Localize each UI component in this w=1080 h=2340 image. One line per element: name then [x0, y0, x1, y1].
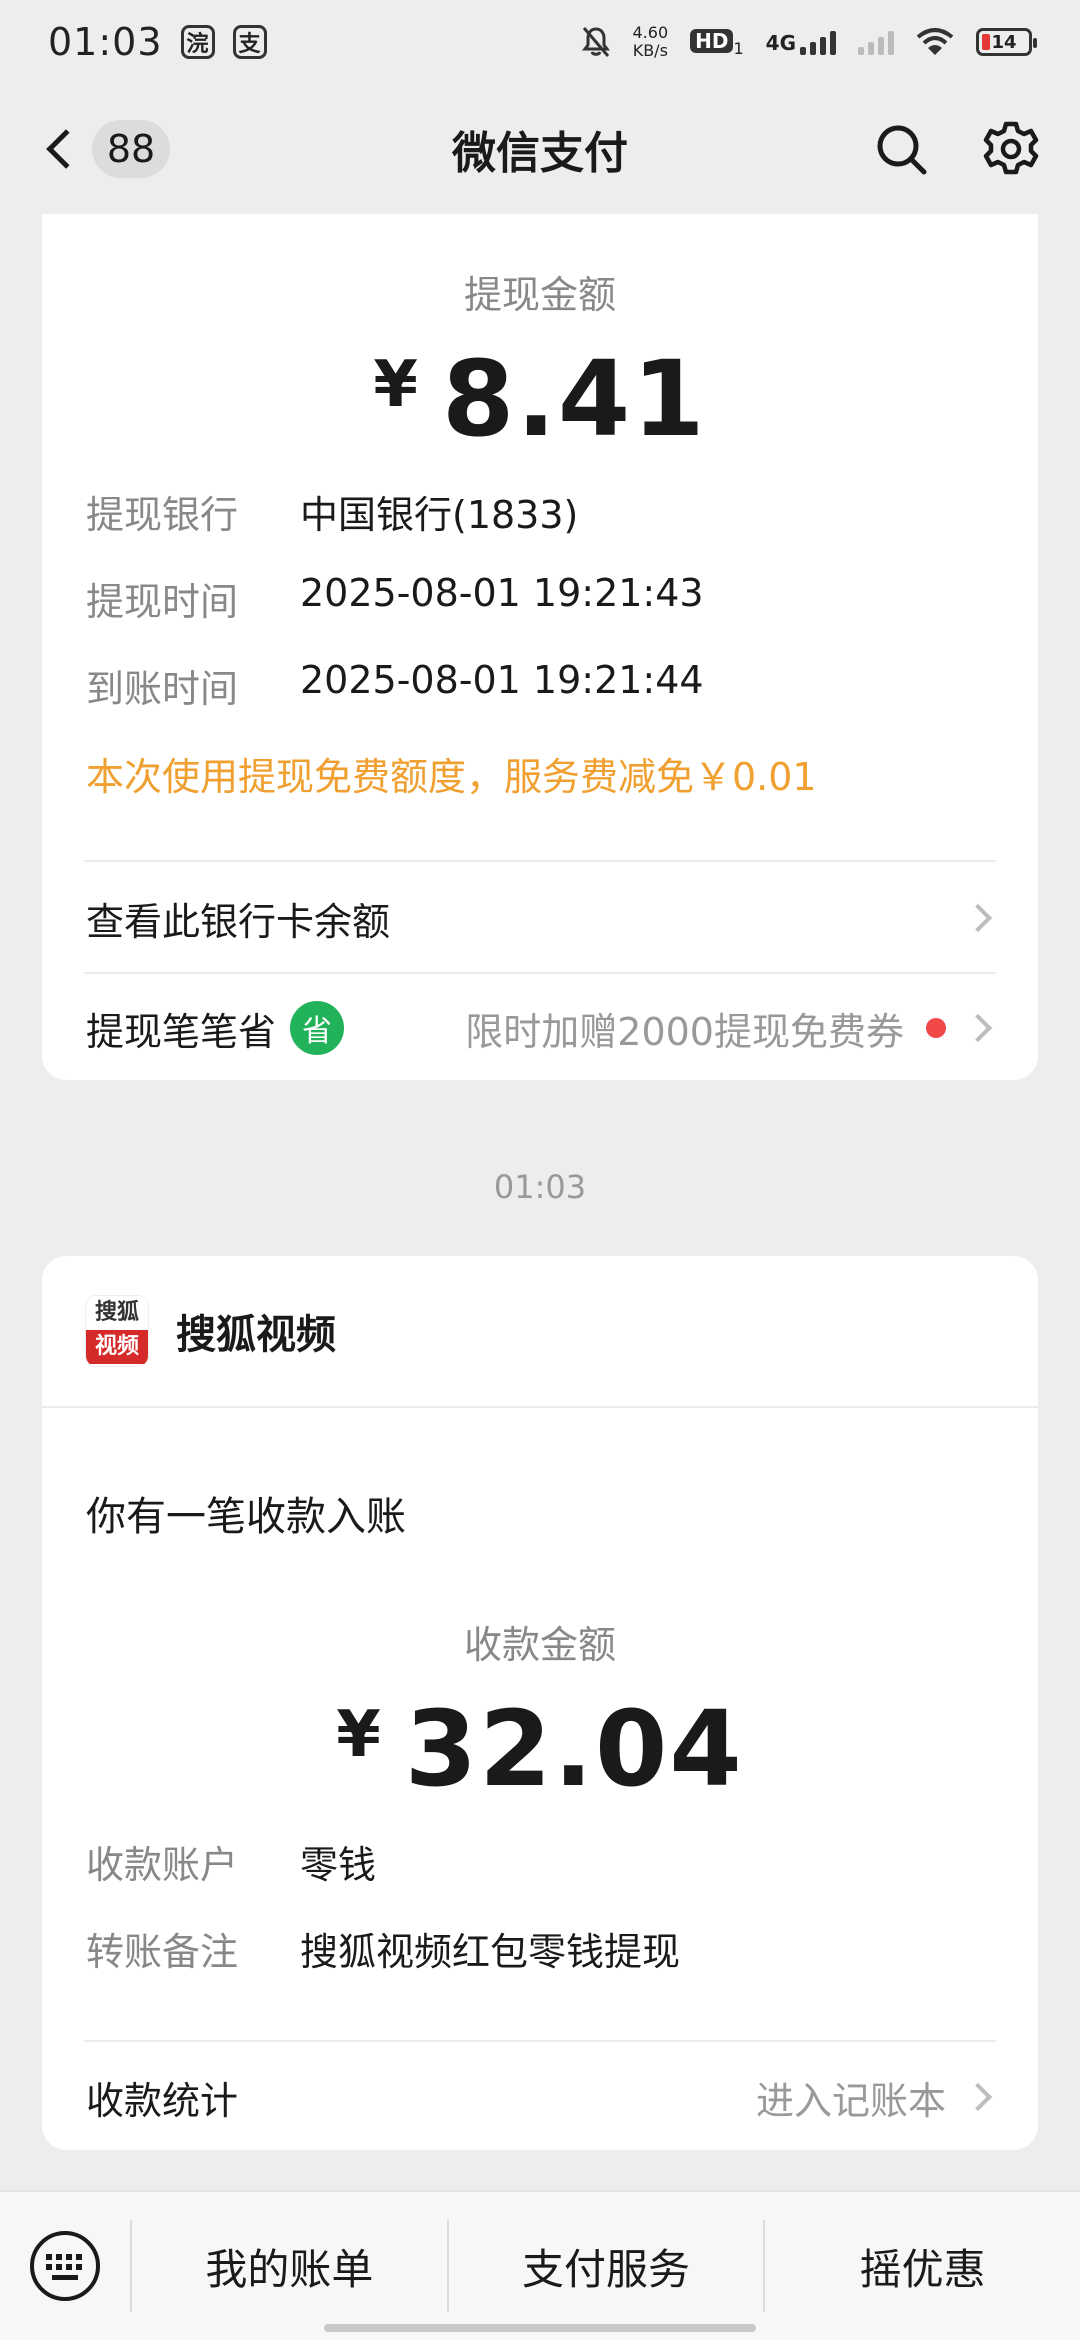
hd-label: HD	[690, 29, 734, 54]
network-speed-unit: KB/s	[632, 41, 668, 60]
mute-bell-icon	[581, 27, 610, 57]
withdrawal-amount-value: 8.41	[441, 338, 707, 460]
sohu-video-logo: 搜狐 视频	[86, 1296, 148, 1366]
wifi-icon	[916, 28, 954, 55]
withdraw-saver-row[interactable]: 提现笔笔省 省 限时加赠2000提现免费券	[42, 976, 1038, 1080]
withdrawal-time-value: 2025-08-01 19:21:43	[300, 571, 704, 615]
transfer-memo-label: 转账备注	[86, 1930, 239, 1974]
receipt-amount-value: 32.04	[404, 1688, 744, 1810]
withdrawal-time-label: 提现时间	[86, 580, 239, 624]
withdraw-saver-label: 提现笔笔省	[86, 1009, 277, 1054]
battery-fill	[982, 34, 990, 50]
hd-sim: 1	[733, 39, 744, 59]
app-notification-icon: 浣	[180, 25, 215, 59]
divider	[42, 1406, 1038, 1408]
receipt-stats-row[interactable]: 收款统计 进入记账本	[42, 2044, 1038, 2150]
nav-bar: 88 微信支付	[0, 84, 1080, 214]
transfer-memo-row: 转账备注 搜狐视频红包零钱提现	[42, 1921, 680, 1976]
receipt-card: 搜狐 视频 搜狐视频 你有一笔收款入账 收款金额 ¥ 32.04 收款账户 零钱…	[42, 1256, 1038, 2150]
receipt-account-row: 收款账户 零钱	[42, 1834, 376, 1889]
alipay-notification-icon: 支	[232, 25, 267, 59]
chevron-right-icon	[963, 903, 993, 933]
message-timestamp: 01:03	[493, 1168, 587, 1206]
logo-top-text: 搜狐	[86, 1296, 148, 1330]
arrival-time-value: 2025-08-01 19:21:44	[300, 658, 704, 702]
network-speed: 4.60 KB/s	[633, 24, 669, 60]
arrival-time-label: 到账时间	[86, 667, 239, 711]
saver-badge-icon: 省	[290, 1001, 345, 1055]
chevron-right-icon	[963, 2082, 993, 2112]
currency-symbol: ¥	[336, 1698, 383, 1772]
signal-bars-sim2-icon	[858, 29, 894, 55]
divider	[84, 860, 996, 862]
signal-bars-icon	[800, 29, 836, 55]
battery-level: 14	[991, 31, 1017, 53]
transfer-memo-value: 搜狐视频红包零钱提现	[300, 1930, 681, 1974]
menu-payment-services[interactable]: 支付服务	[449, 2236, 764, 2297]
bank-label: 提现银行	[86, 493, 239, 537]
receipt-stats-label: 收款统计	[86, 2078, 239, 2123]
hd-indicator: HD 1	[690, 25, 744, 59]
chevron-right-icon	[963, 1013, 993, 1043]
receipt-account-value: 零钱	[300, 1843, 377, 1887]
currency-symbol: ¥	[373, 348, 420, 422]
home-indicator[interactable]	[324, 2324, 756, 2332]
status-time: 01:03	[48, 20, 163, 64]
receipt-account-label: 收款账户	[86, 1843, 239, 1887]
network-speed-value: 4.60	[632, 23, 669, 42]
back-button[interactable]: 88	[40, 120, 170, 178]
menu-my-bills[interactable]: 我的账单	[132, 2236, 447, 2297]
fee-waiver-notice: 本次使用提现免费额度，服务费减免￥0.01	[86, 755, 817, 799]
withdrawal-card: 提现金额 ¥ 8.41 提现银行 中国银行(1833) 提现时间 2025-08…	[42, 214, 1038, 1080]
divider	[84, 972, 996, 974]
signal-4g: 4G	[766, 29, 836, 55]
status-bar: 01:03 浣 支 4.60 KB/s HD 1 4G 14	[0, 0, 1080, 84]
bottom-menu-bar: 我的账单 支付服务 摇优惠	[0, 2190, 1080, 2340]
receipt-amount-label: 收款金额	[463, 1623, 616, 1667]
view-card-balance-label: 查看此银行卡余额	[86, 899, 391, 944]
red-dot-indicator	[926, 1018, 946, 1038]
ledger-link-text: 进入记账本	[755, 2078, 946, 2123]
menu-shake-deals[interactable]: 摇优惠	[765, 2236, 1080, 2297]
logo-bottom-text: 视频	[86, 1330, 148, 1364]
withdrawal-time-row: 提现时间 2025-08-01 19:21:43	[42, 571, 704, 626]
keyboard-icon	[30, 2231, 100, 2301]
divider	[84, 2040, 996, 2042]
settings-gear-icon[interactable]	[982, 120, 1040, 178]
keyboard-toggle-button[interactable]	[0, 2192, 130, 2340]
withdrawal-amount-label: 提现金额	[463, 273, 616, 317]
view-card-balance-row[interactable]: 查看此银行卡余额	[42, 864, 1038, 972]
sender-header[interactable]: 搜狐 视频 搜狐视频	[42, 1256, 1038, 1406]
receipt-headline: 你有一笔收款入账	[86, 1494, 406, 1540]
network-type: 4G	[765, 31, 796, 55]
withdrawal-amount: ¥ 8.41	[42, 338, 1038, 460]
saver-promo-text: 限时加赠2000提现免费券	[465, 1009, 904, 1054]
battery-icon: 14	[976, 28, 1037, 56]
bank-value: 中国银行(1833)	[300, 493, 579, 537]
search-icon[interactable]	[874, 122, 928, 176]
back-chevron-icon	[46, 129, 86, 169]
sender-name: 搜狐视频	[176, 1312, 336, 1358]
receipt-amount: ¥ 32.04	[42, 1688, 1038, 1810]
withdrawal-bank-row: 提现银行 中国银行(1833)	[42, 484, 578, 539]
arrival-time-row: 到账时间 2025-08-01 19:21:44	[42, 658, 704, 713]
unread-count-badge: 88	[92, 120, 170, 178]
